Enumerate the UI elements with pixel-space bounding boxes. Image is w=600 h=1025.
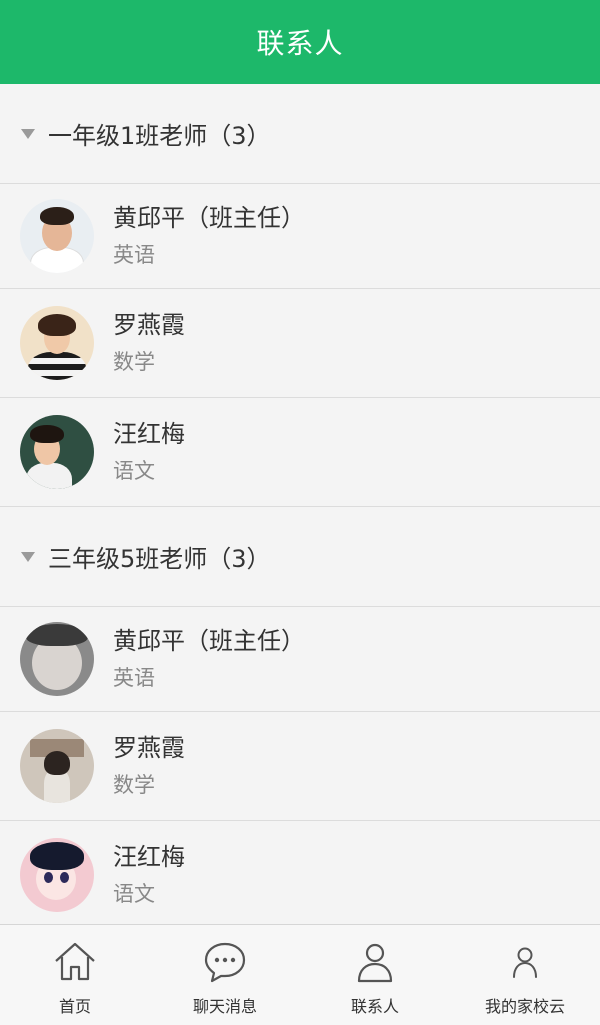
avatar bbox=[20, 199, 94, 273]
contact-item[interactable]: 黄邱平（班主任） 英语 bbox=[0, 607, 600, 712]
avatar bbox=[20, 622, 94, 696]
person-icon bbox=[357, 943, 393, 983]
tab-contacts[interactable]: 联系人 bbox=[300, 925, 450, 1025]
collapse-triangle-icon bbox=[21, 128, 35, 139]
collapse-triangle-icon bbox=[21, 551, 35, 562]
contact-name: 汪红梅 bbox=[113, 843, 185, 871]
home-icon bbox=[55, 942, 95, 981]
contact-item[interactable]: 罗燕霞 数学 bbox=[0, 289, 600, 398]
contact-name: 黄邱平（班主任） bbox=[113, 204, 305, 232]
contact-subject: 英语 bbox=[113, 666, 155, 690]
contact-subject: 语文 bbox=[113, 882, 155, 906]
group-title: 一年级1班老师（3） bbox=[48, 122, 271, 150]
tab-label: 联系人 bbox=[350, 997, 399, 1016]
contact-item[interactable]: 汪红梅 语文 bbox=[0, 398, 600, 507]
contact-subject: 数学 bbox=[113, 773, 155, 797]
tab-chat[interactable]: 聊天消息 bbox=[150, 925, 300, 1025]
tab-label: 首页 bbox=[58, 997, 91, 1016]
avatar bbox=[20, 729, 94, 803]
contact-list[interactable]: 一年级1班老师（3） 黄邱平（班主任） 英语 罗燕霞 数学 汪红梅 语文 三年级… bbox=[0, 84, 600, 924]
contact-item[interactable]: 黄邱平（班主任） 英语 bbox=[0, 184, 600, 289]
contact-subject: 数学 bbox=[113, 350, 155, 374]
page-title: 联系人 bbox=[256, 27, 344, 60]
group-header-grade3-class5[interactable]: 三年级5班老师（3） bbox=[0, 507, 600, 607]
avatar bbox=[20, 415, 94, 489]
group-header-grade1-class1[interactable]: 一年级1班老师（3） bbox=[0, 84, 600, 184]
contact-subject: 英语 bbox=[113, 243, 155, 267]
group-title: 三年级5班老师（3） bbox=[48, 545, 271, 573]
contact-name: 罗燕霞 bbox=[113, 734, 185, 762]
tab-home[interactable]: 首页 bbox=[0, 925, 150, 1025]
avatar bbox=[20, 838, 94, 912]
bottom-tab-bar: 首页 聊天消息 联系人 我的家校云 bbox=[0, 924, 600, 1025]
contact-item[interactable]: 罗燕霞 数学 bbox=[0, 712, 600, 821]
contact-subject: 语文 bbox=[113, 459, 155, 483]
user-profile-icon bbox=[513, 947, 537, 978]
tab-label: 我的家校云 bbox=[484, 997, 565, 1016]
tab-label: 聊天消息 bbox=[192, 997, 257, 1016]
chat-bubble-icon bbox=[204, 942, 246, 983]
avatar bbox=[20, 306, 94, 380]
tab-my-school-cloud[interactable]: 我的家校云 bbox=[450, 925, 600, 1025]
contact-item[interactable]: 汪红梅 语文 bbox=[0, 821, 600, 924]
contact-name: 黄邱平（班主任） bbox=[113, 627, 305, 655]
contact-name: 汪红梅 bbox=[113, 420, 185, 448]
app-header: 联系人 bbox=[0, 0, 600, 84]
contact-name: 罗燕霞 bbox=[113, 311, 185, 339]
